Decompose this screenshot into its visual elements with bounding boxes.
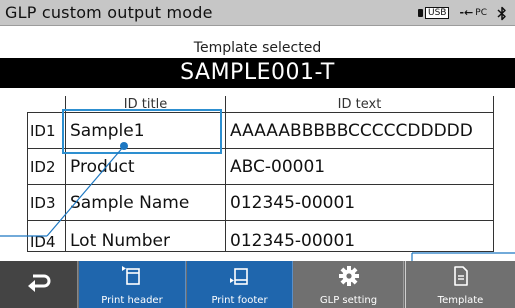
glp-setting-label: GLP setting <box>319 295 378 306</box>
back-button[interactable] <box>0 261 78 308</box>
template-label: Template <box>437 295 484 306</box>
row-label: ID4 <box>27 220 66 252</box>
id-text-cell[interactable]: 012345-00001 <box>225 220 494 252</box>
usb-label: USB <box>425 7 450 19</box>
return-arrow-icon <box>27 273 51 296</box>
id-title-cell[interactable]: Sample Name <box>65 184 226 221</box>
pc-connection-icon: -← PC <box>459 6 487 19</box>
print-footer-icon <box>229 265 251 290</box>
print-footer-button[interactable]: Print footer <box>187 261 293 308</box>
table-header-id-text: ID text <box>225 96 494 113</box>
glp-setting-button[interactable]: GLP setting <box>294 261 404 308</box>
template-button[interactable]: Template <box>405 261 515 308</box>
usb-plug-icon <box>418 9 423 17</box>
status-icons: USB -← PC <box>418 5 507 21</box>
row-label: ID1 <box>27 112 66 149</box>
table-header-blank <box>27 96 66 113</box>
usb-icon: USB <box>418 7 450 19</box>
selection-highlight <box>62 109 222 154</box>
title-bar: GLP custom output mode USB -← PC <box>0 0 515 26</box>
template-selected-label: Template selected <box>193 40 322 56</box>
print-header-label: Print header <box>101 295 163 306</box>
plug-icon: -← <box>459 6 474 19</box>
screen-title: GLP custom output mode <box>5 3 213 22</box>
print-header-icon <box>121 265 143 290</box>
template-name: SAMPLE001-T <box>0 58 515 88</box>
id-text-cell[interactable]: ABC-00001 <box>225 148 494 185</box>
print-footer-label: Print footer <box>211 295 268 306</box>
row-label: ID3 <box>27 184 66 221</box>
id-title-cell[interactable]: Lot Number <box>65 220 226 252</box>
document-icon <box>450 265 472 290</box>
row-label: ID2 <box>27 148 66 185</box>
table-row: ID4 Lot Number 012345-00001 <box>27 220 494 252</box>
id-text-cell[interactable]: AAAAABBBBBCCCCCDDDDD <box>225 112 494 149</box>
table-row: ID3 Sample Name 012345-00001 <box>27 184 494 221</box>
bottom-toolbar: Print header Print footer GLP setting Te… <box>0 261 515 308</box>
id-text-cell[interactable]: 012345-00001 <box>225 184 494 221</box>
pc-label: PC <box>475 8 487 18</box>
gear-icon <box>338 265 360 290</box>
bluetooth-icon <box>497 6 507 21</box>
print-header-button[interactable]: Print header <box>79 261 186 308</box>
